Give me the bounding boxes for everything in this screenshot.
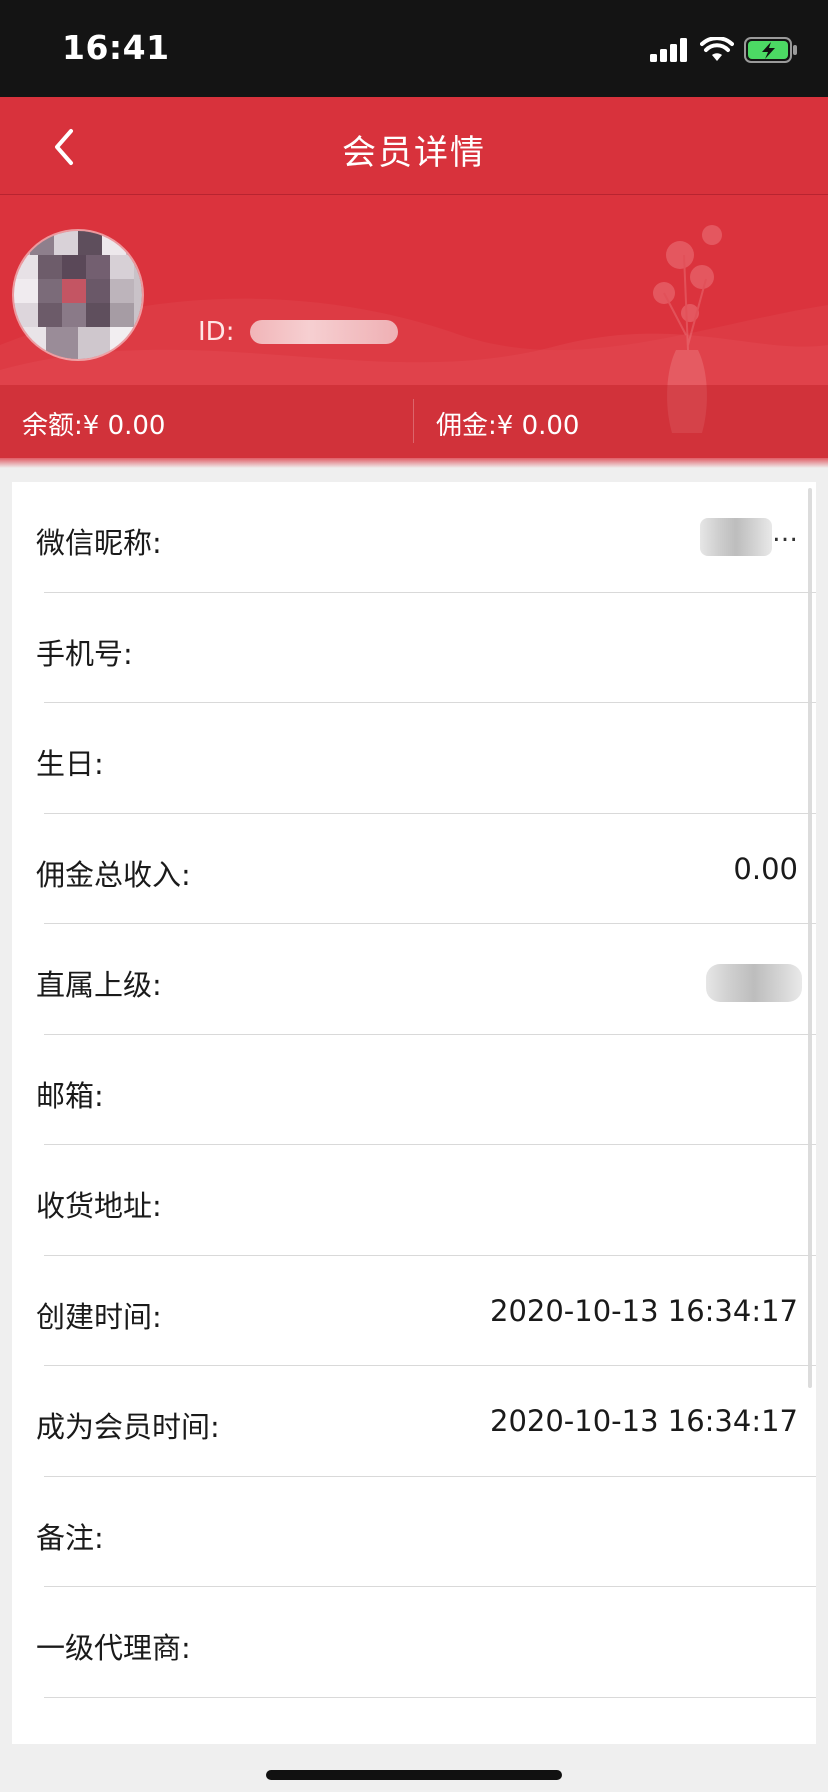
row-label: 直属上级: bbox=[36, 968, 162, 1002]
status-icons bbox=[650, 34, 798, 66]
signal-icon bbox=[650, 38, 687, 62]
row-label: 生日: bbox=[36, 747, 104, 781]
page-title: 会员详情 bbox=[342, 133, 486, 173]
list-item-created-time: 创建时间: 2020-10-13 16:34:17 bbox=[36, 1256, 816, 1366]
commission-amount: 佣金:¥ 0.00 bbox=[436, 411, 580, 441]
row-value: 2020-10-13 16:34:17 bbox=[490, 1293, 798, 1328]
profile-header: ID: 余额:¥ 0.00 佣金:¥ 0.00 bbox=[0, 195, 828, 458]
avatar[interactable] bbox=[12, 229, 144, 361]
balance-divider bbox=[413, 399, 414, 443]
status-time: 16:41 bbox=[62, 28, 170, 67]
row-label: 创建时间: bbox=[36, 1299, 162, 1334]
row-label: 备注: bbox=[36, 1520, 104, 1555]
list-item-senior-dealer: 高级订货商: bbox=[36, 1698, 816, 1745]
member-id-row: ID: bbox=[198, 317, 399, 347]
row-label: 邮箱: bbox=[36, 1078, 104, 1113]
id-label: ID: bbox=[198, 317, 235, 347]
list-item-direct-superior: 直属上级: bbox=[36, 924, 816, 1035]
row-label: 手机号: bbox=[36, 636, 133, 671]
list-item-remark: 备注: bbox=[36, 1477, 816, 1587]
balance-amount: 余额:¥ 0.00 bbox=[22, 411, 166, 441]
list-item-level1-agent: 一级代理商: bbox=[36, 1587, 816, 1698]
list-item-email: 邮箱: bbox=[36, 1035, 816, 1145]
header-shadow bbox=[0, 458, 828, 468]
row-label: 收货地址: bbox=[36, 1189, 162, 1223]
battery-charging-icon bbox=[744, 37, 797, 63]
status-bar: 16:41 bbox=[0, 0, 828, 97]
list-item-member-since: 成为会员时间: 2020-10-13 16:34:17 bbox=[36, 1366, 816, 1477]
row-label: 一级代理商: bbox=[36, 1631, 191, 1665]
row-value: 2020-10-13 16:34:17 bbox=[490, 1404, 798, 1438]
wifi-icon bbox=[700, 37, 734, 61]
row-value: 0.00 bbox=[733, 851, 798, 886]
nav-bar: 会员详情 bbox=[0, 97, 828, 195]
home-indicator[interactable] bbox=[266, 1770, 562, 1780]
row-label: 佣金总收入: bbox=[36, 857, 191, 892]
list-item-wechat-nickname: 微信昵称: … bbox=[36, 482, 816, 593]
row-value-redacted bbox=[700, 518, 772, 556]
avatar-image bbox=[14, 231, 142, 359]
list-item-birthday: 生日: bbox=[36, 703, 816, 814]
row-label: 成为会员时间: bbox=[36, 1410, 220, 1444]
list-item-shipping-address: 收货地址: bbox=[36, 1145, 816, 1256]
ellipsis: … bbox=[772, 518, 798, 548]
row-value-redacted bbox=[706, 964, 802, 1002]
list-item-total-commission: 佣金总收入: 0.00 bbox=[36, 814, 816, 924]
id-value bbox=[250, 320, 399, 344]
balance-strip: 余额:¥ 0.00 佣金:¥ 0.00 bbox=[0, 385, 828, 458]
list-item-phone: 手机号: bbox=[36, 593, 816, 703]
member-detail-list: 微信昵称: … 手机号: 生日: 佣金总收入: 0.00 直属上级: 邮箱: 收… bbox=[12, 482, 816, 1744]
row-label: 高级订货商: bbox=[36, 1736, 191, 1745]
row-label: 微信昵称: bbox=[36, 526, 162, 560]
